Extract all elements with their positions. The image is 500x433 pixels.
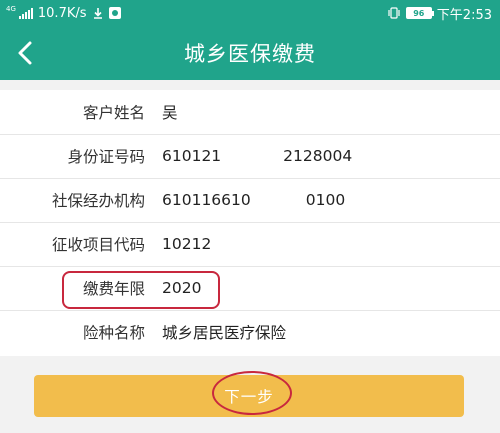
- next-step-button[interactable]: 下一步: [34, 375, 464, 417]
- id-number-label: 身份证号码: [67, 148, 145, 166]
- chevron-left-icon: [18, 41, 32, 65]
- battery-icon: 96: [405, 7, 434, 19]
- status-left: 4G 10.7K/s: [6, 4, 121, 21]
- customer-name-label: 客户姓名: [82, 104, 145, 122]
- customer-name-value: 吴: [162, 104, 178, 122]
- clock: 下午2:53: [436, 7, 492, 23]
- form-row-insurance-type: 险种名称 城乡居民医疗保险: [0, 310, 500, 354]
- form-row-item-code: 征收项目代码 10212: [0, 222, 500, 266]
- network-speed: 10.7K/s: [37, 5, 87, 21]
- title-bar: 城乡医保缴费: [0, 26, 500, 80]
- form-row-id-number: 身份证号码 610121 2128004: [0, 134, 500, 178]
- id-number-value: 610121 2128004: [162, 147, 352, 165]
- id-number-suffix: 2128004: [283, 147, 353, 165]
- social-agency-suffix: 0100: [305, 191, 346, 209]
- page-title: 城乡医保缴费: [184, 42, 316, 66]
- vibrate-icon: [388, 7, 400, 19]
- status-right: 96 下午2:53: [387, 4, 492, 23]
- social-agency-prefix: 610116610: [162, 191, 251, 209]
- form-row-payment-year: 缴费年限 2020: [0, 266, 500, 310]
- back-button[interactable]: [6, 34, 44, 72]
- item-code-label: 征收项目代码: [51, 236, 145, 254]
- id-number-prefix: 610121: [162, 147, 222, 165]
- insurance-type-label: 险种名称: [82, 324, 145, 342]
- payment-year-label: 缴费年限: [82, 280, 145, 298]
- network-type: 4G: [6, 4, 16, 13]
- download-icon: [93, 8, 102, 19]
- social-agency-value: 610116610 0100: [162, 191, 345, 209]
- next-step-label: 下一步: [224, 388, 274, 406]
- item-code-value: 10212: [162, 235, 212, 253]
- social-agency-label: 社保经办机构: [51, 192, 145, 210]
- insurance-type-value: 城乡居民医疗保险: [162, 324, 287, 342]
- status-bar: 4G 10.7K/s 96 下午2:53: [0, 0, 500, 26]
- payment-info-card: 客户姓名 吴 身份证号码 610121 2128004 社保经办机构 610116…: [0, 90, 500, 356]
- payment-year-value: 2020: [162, 279, 202, 297]
- form-row-social-agency: 社保经办机构 610116610 0100: [0, 178, 500, 222]
- signal-icon: [18, 7, 33, 19]
- form-row-customer-name: 客户姓名 吴: [0, 90, 500, 134]
- app-notification-icon: [108, 7, 121, 19]
